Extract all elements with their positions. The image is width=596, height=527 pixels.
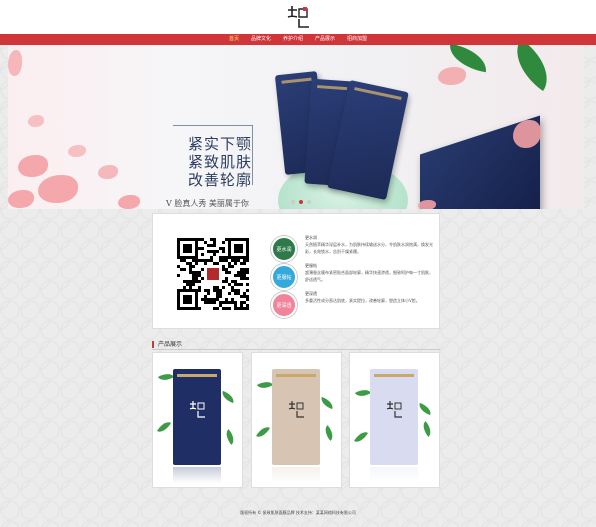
- leaf-decoration: [256, 378, 274, 392]
- brand-logo[interactable]: [284, 4, 312, 30]
- product-card[interactable]: [152, 352, 243, 488]
- feature-text: 超薄蚕丝膜布紧密贴合面部轮廓，精华快速渗透，细致呵护每一寸肌肤，舒适透气。: [305, 270, 433, 282]
- tagline: V 脸真人秀 美丽属于你: [166, 199, 249, 208]
- nav-item[interactable]: 首页: [229, 34, 239, 45]
- qr-code[interactable]: [177, 238, 249, 310]
- leaf-decoration: [157, 418, 171, 436]
- feature-text: 多重活性成分直达肌底，紧实提拉，改善轮廓，塑造立体小V脸。: [305, 298, 420, 303]
- petal-decoration: [38, 175, 78, 203]
- leaf-decoration: [157, 370, 175, 384]
- product-card[interactable]: [349, 352, 440, 488]
- petal-decoration: [68, 145, 86, 157]
- slogan-text: 紧实下颚 紧致肌肤 改善轮廓: [188, 135, 253, 189]
- leaf-decoration: [417, 402, 433, 416]
- feature-badge: 更水润: [271, 236, 297, 262]
- footer-copyright: 版权所有 © 紧致肌肤面膜品牌 技术支持：某某网络科技有限公司: [240, 510, 356, 515]
- leaf-decoration: [319, 396, 335, 410]
- leaf-decoration: [419, 421, 435, 437]
- brand-mark-icon: [189, 401, 205, 418]
- leaf-decoration: [220, 390, 236, 404]
- rose-decoration: [418, 200, 436, 209]
- nav-item[interactable]: 产品展示: [315, 34, 335, 45]
- rose-decoration: [438, 67, 466, 85]
- petal-decoration: [8, 190, 34, 208]
- brand-mark-icon: [288, 401, 304, 418]
- product-reflection: [173, 467, 221, 483]
- nav-item[interactable]: 品牌文化: [251, 34, 271, 45]
- product-box: [173, 369, 221, 465]
- feature-badge: 更深透: [271, 292, 297, 318]
- feature-description: 更服帖超薄蚕丝膜布紧密贴合面部轮廓，精华快速渗透，细致呵护每一寸肌肤，舒适透气。: [305, 262, 433, 283]
- leaf-decoration: [256, 423, 270, 441]
- petal-decoration: [8, 50, 22, 76]
- main-nav: 首页 品牌文化 养护介绍 产品展示 招商加盟: [0, 34, 596, 45]
- feature-title: 更服帖: [305, 263, 317, 268]
- carousel-dot[interactable]: [307, 200, 311, 204]
- nav-item[interactable]: 招商加盟: [347, 34, 367, 45]
- product-card[interactable]: [251, 352, 342, 488]
- hero-banner[interactable]: 紧实下颚 紧致肌肤 改善轮廓 V 脸真人秀 美丽属于你: [8, 45, 584, 209]
- leaf-decoration: [354, 386, 372, 400]
- nav-item[interactable]: 养护介绍: [283, 34, 303, 45]
- features-card: 更水润 更水润 天然植萃精华深层补水，为肌肤持续输送水分，令肌肤水润饱满，焕发光彩，…: [152, 213, 440, 329]
- petal-decoration: [98, 165, 118, 179]
- site-header: [0, 0, 596, 34]
- carousel-dots: [291, 200, 311, 204]
- feature-title: 更水润: [305, 235, 317, 240]
- feature-badge: 更服帖: [271, 264, 297, 290]
- product-reflection: [272, 467, 320, 483]
- petal-decoration: [118, 195, 140, 209]
- product-reflection: [370, 467, 418, 483]
- leaf-decoration: [503, 45, 561, 92]
- carousel-dot[interactable]: [291, 200, 295, 204]
- leaf-decoration: [354, 428, 368, 446]
- section-title: 产品展示: [152, 341, 182, 348]
- petal-decoration: [18, 155, 48, 177]
- feature-description: 更深透多重活性成分直达肌底，紧实提拉，改善轮廓，塑造立体小V脸。: [305, 290, 433, 304]
- feature-text: 天然植萃精华深层补水，为肌肤持续输送水分，令肌肤水润饱满，焕发光彩，长效锁水，告…: [305, 242, 433, 254]
- divider: [152, 349, 440, 350]
- product-box: [272, 369, 320, 465]
- brand-mark-icon: [386, 401, 402, 418]
- petal-decoration: [28, 115, 44, 127]
- carousel-dot[interactable]: [299, 200, 303, 204]
- feature-title: 更深透: [305, 291, 317, 296]
- leaf-decoration: [222, 429, 238, 445]
- product-box: [370, 369, 418, 465]
- leaf-decoration: [321, 425, 337, 441]
- feature-description: 更水润天然植萃精华深层补水，为肌肤持续输送水分，令肌肤水润饱满，焕发光彩，长效锁…: [305, 234, 433, 255]
